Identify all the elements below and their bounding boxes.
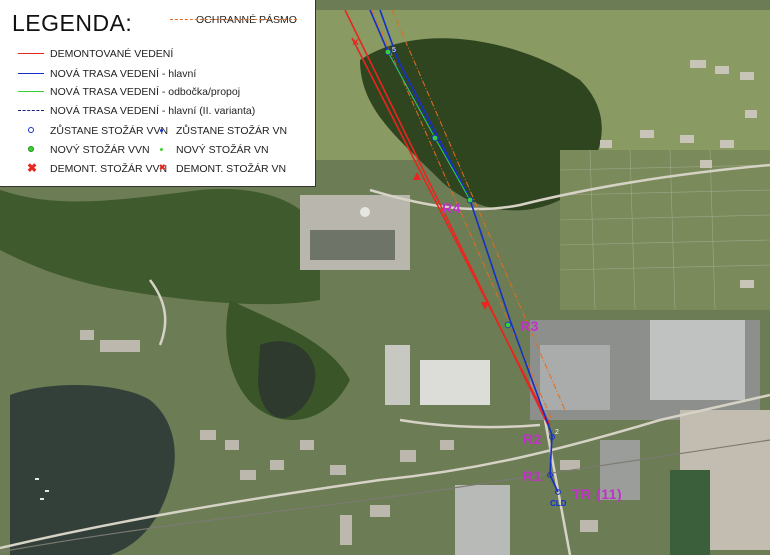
legend-line-0: DEMONTOVANÉ VEDENÍ xyxy=(18,47,173,61)
legend-tower-4: NOVÝ STOŽÁR VN xyxy=(156,143,269,157)
greenhouse-field xyxy=(670,470,710,555)
treatment-basins xyxy=(310,230,395,260)
green-small-dot-icon xyxy=(156,143,170,157)
factory-hall-3 xyxy=(420,360,490,405)
legend-line-1: NOVÁ TRASA VEDENÍ - hlavní xyxy=(18,67,196,81)
green-dot-icon xyxy=(18,143,44,157)
label-r2: R2 xyxy=(523,431,542,447)
red-cross-icon: ✖ xyxy=(27,161,38,175)
legend-tower-1: NOVÝ STOŽÁR VVN xyxy=(18,143,150,157)
allotment-area xyxy=(560,150,770,310)
tower-r3[interactable] xyxy=(504,321,512,329)
tower-r4[interactable] xyxy=(466,196,474,204)
label-r3: R3 xyxy=(520,318,539,334)
tower-new-1[interactable] xyxy=(431,134,439,142)
legend-tower-0: ZŮSTANE STOŽÁR VVN xyxy=(18,124,168,138)
legend-line-3: NOVÁ TRASA VEDENÍ - hlavní (II. varianta… xyxy=(18,104,255,118)
blue-line-icon xyxy=(18,67,44,81)
legend-tower-3: ZŮSTANE STOŽÁR VN xyxy=(156,124,287,138)
label-r4: R4 xyxy=(442,200,461,216)
blue-ring-icon xyxy=(18,124,44,138)
red-small-cross-icon: ✖ xyxy=(159,163,166,172)
legend-tower-5-label: DEMONT. STOŽÁR VN xyxy=(176,163,287,175)
blue-small-dot-icon xyxy=(156,124,170,138)
legend-protection-zone-label: OCHRANNÉ PÁSMO xyxy=(196,14,297,26)
legend: LEGENDA: OCHRANNÉ PÁSMO DEMONTOVANÉ VEDE… xyxy=(0,0,316,187)
legend-line-2-label: NOVÁ TRASA VEDENÍ - odbočka/propoj xyxy=(50,86,241,98)
legend-tower-1-label: NOVÝ STOŽÁR VVN xyxy=(50,144,150,156)
factory-hall-2 xyxy=(650,320,745,400)
legend-line-0-label: DEMONTOVANÉ VEDENÍ xyxy=(50,48,174,60)
label-tower-2: 2 xyxy=(555,429,559,436)
depot-building xyxy=(455,485,510,555)
legend-line-3-label: NOVÁ TRASA VEDENÍ - hlavní (II. varianta… xyxy=(50,105,256,117)
tank xyxy=(360,207,370,217)
label-tower-5: 5 xyxy=(392,47,396,54)
label-tr: TR (11) xyxy=(572,486,623,502)
legend-line-2: NOVÁ TRASA VEDENÍ - odbočka/propoj xyxy=(18,85,240,99)
legend-tower-4-label: NOVÝ STOŽÁR VN xyxy=(176,144,269,156)
legend-tower-5: ✖ DEMONT. STOŽÁR VN xyxy=(156,162,286,176)
tower-5[interactable] xyxy=(384,48,392,56)
dashed-line-icon xyxy=(18,104,44,118)
label-cld: CLD xyxy=(550,499,567,508)
legend-tower-0-label: ZŮSTANE STOŽÁR VVN xyxy=(50,125,169,137)
legend-tower-2: ✖ DEMONT. STOŽÁR VVN xyxy=(18,162,167,176)
green-line-icon xyxy=(18,85,44,99)
legend-tower-2-label: DEMONT. STOŽÁR VVN xyxy=(50,163,168,175)
red-line-icon xyxy=(18,47,44,61)
demolished-tower-cross: × xyxy=(352,35,359,49)
warehouse xyxy=(385,345,410,405)
legend-line-1-label: NOVÁ TRASA VEDENÍ - hlavní xyxy=(50,68,197,80)
label-r1: R1 xyxy=(523,468,542,484)
legend-tower-3-label: ZŮSTANE STOŽÁR VN xyxy=(176,125,288,137)
legend-title: LEGENDA: xyxy=(12,10,133,36)
legend-protection-zone: OCHRANNÉ PÁSMO xyxy=(170,13,297,27)
